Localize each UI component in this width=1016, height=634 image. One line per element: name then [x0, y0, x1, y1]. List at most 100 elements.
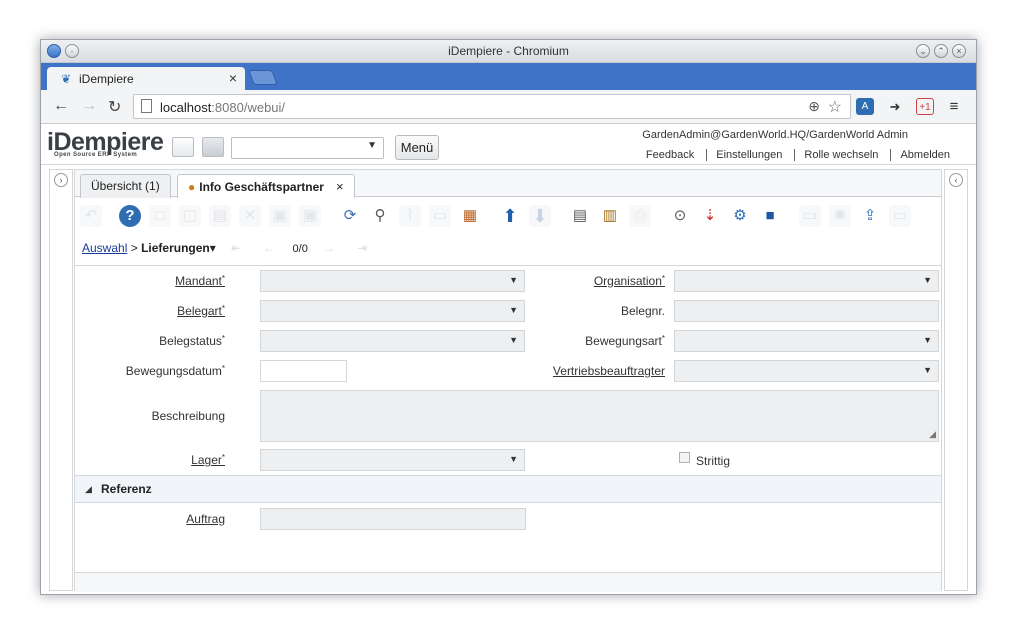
forward-icon[interactable]: → [81, 97, 97, 115]
login-extension-icon[interactable]: ➜ [886, 98, 904, 115]
first-record-icon[interactable]: ⇤ [231, 241, 251, 255]
titlebar-controls: ⌄ ⌃ × [916, 44, 970, 58]
zoom-icon[interactable]: ⊕ [808, 98, 820, 115]
mandant-select[interactable]: ▼ [260, 270, 525, 292]
workflow-icon[interactable]: ⇣ [699, 205, 721, 227]
chevron-down-icon[interactable]: ▼ [509, 454, 518, 464]
reload-icon[interactable]: ↻ [108, 97, 121, 117]
grid-toggle-icon[interactable]: ▦ [459, 205, 481, 227]
expand-right-icon[interactable]: ‹ [949, 173, 963, 187]
delete-selection-icon[interactable]: ✕ [239, 205, 261, 227]
right-panel: ‹ [944, 169, 968, 591]
ignore-icon[interactable]: ↶ [80, 205, 102, 227]
chevron-down-icon[interactable]: ▼ [923, 275, 932, 285]
auftrag-label[interactable]: Auftrag [75, 512, 225, 526]
maximize-icon[interactable]: ⌃ [934, 44, 948, 58]
bewegungsart-select[interactable]: ▼ [674, 330, 939, 352]
collapse-triangle-icon[interactable]: ◢ [85, 484, 92, 495]
browser-tab[interactable]: ❦ iDempiere × [47, 67, 245, 90]
print-icon[interactable]: ⎙ [629, 205, 651, 227]
chat-icon[interactable]: ▭ [429, 205, 451, 227]
new-window-icon[interactable] [172, 137, 194, 157]
delete-icon[interactable]: ▤ [209, 205, 231, 227]
auftrag-field[interactable] [260, 508, 526, 530]
next-record-icon[interactable]: → [323, 241, 345, 255]
breadcrumb-current[interactable]: Lieferungen [141, 241, 210, 255]
record-counter: 0/0 [292, 243, 308, 255]
back-icon[interactable]: ← [53, 97, 69, 115]
google-plus-extension-icon[interactable]: +1 [916, 98, 934, 115]
active-workflows-icon[interactable]: ▭ [799, 205, 821, 227]
archive-icon[interactable]: ▥ [599, 205, 621, 227]
belegstatus-select[interactable]: ▼ [260, 330, 525, 352]
zoom-across-icon[interactable]: ⊙ [669, 205, 691, 227]
product-info-icon[interactable]: ■ [759, 205, 781, 227]
bookmark-star-icon[interactable]: ☆ [828, 97, 842, 117]
change-role-link[interactable]: Rolle wechseln [794, 149, 888, 161]
idempiere-favicon-icon: ❦ [61, 72, 72, 86]
parent-record-icon[interactable]: ⬆ [499, 205, 521, 227]
lager-select[interactable]: ▼ [260, 449, 525, 471]
copy-record-icon[interactable]: ▢ [179, 205, 201, 227]
logout-link[interactable]: Abmelden [890, 149, 959, 161]
vertriebsbeauftragter-label[interactable]: Vertriebsbeauftragter [515, 364, 665, 378]
find-icon[interactable]: ⚲ [369, 205, 391, 227]
report-icon[interactable]: ▤ [569, 205, 591, 227]
help-icon[interactable]: ? [119, 205, 141, 227]
belegart-select[interactable]: ▼ [260, 300, 525, 322]
last-record-icon[interactable]: ⇥ [357, 241, 377, 255]
menu-button[interactable]: Menü [395, 135, 439, 160]
save-and-new-icon[interactable]: ▣ [299, 205, 321, 227]
lager-label[interactable]: Lager* [75, 453, 225, 467]
save-icon[interactable]: ▣ [269, 205, 291, 227]
detail-record-icon[interactable]: ⬇ [529, 205, 551, 227]
resize-grip-icon[interactable]: ◢ [929, 429, 936, 440]
referenz-section-label: Referenz [101, 482, 152, 496]
preferences-link[interactable]: Einstellungen [706, 149, 792, 161]
url-field[interactable]: localhost:8080/webui/ ⊕ ☆ [133, 94, 851, 119]
organisation-select[interactable]: ▼ [674, 270, 939, 292]
mandant-label[interactable]: Mandant* [75, 274, 225, 288]
customize-icon[interactable]: ✺ [829, 205, 851, 227]
new-record-icon[interactable]: □ [149, 205, 171, 227]
minimize-icon[interactable]: ⌄ [916, 44, 930, 58]
attachment-icon[interactable]: ⌇ [399, 205, 421, 227]
refresh-icon[interactable]: ⟳ [339, 205, 361, 227]
vertriebsbeauftragter-select[interactable]: ▼ [674, 360, 939, 382]
chevron-down-icon[interactable]: ▼ [367, 140, 377, 151]
beschreibung-textarea[interactable]: ◢ [260, 390, 939, 442]
strittig-label: Strittig [696, 454, 731, 468]
chrome-menu-icon[interactable]: ≡ [945, 98, 963, 115]
post-it-icon[interactable]: ▭ [889, 205, 911, 227]
window-tabs: Übersicht (1) ● Info Geschäftspartner × [75, 170, 941, 199]
previous-record-icon[interactable]: ← [263, 241, 285, 255]
breadcrumb-root-link[interactable]: Auswahl [82, 241, 127, 255]
bewegungsdatum-field[interactable] [260, 360, 347, 382]
global-search-input[interactable]: ▼ [231, 137, 384, 159]
close-window-tab-icon[interactable]: × [336, 179, 344, 194]
browser-tabstrip: ❦ iDempiere × [41, 63, 976, 90]
belegart-label[interactable]: Belegart* [75, 304, 225, 318]
idempiere-logo: iDempiere [47, 128, 164, 156]
referenz-section-header[interactable]: ◢ Referenz [75, 475, 941, 503]
new-tab-button[interactable] [248, 70, 278, 85]
open-folder-icon[interactable] [202, 137, 224, 157]
tab-info-label: Info Geschäftspartner [199, 180, 324, 194]
chevron-down-icon[interactable]: ▼ [923, 335, 932, 345]
breadcrumb-dropdown-icon[interactable]: ▾ [210, 241, 216, 255]
expand-left-icon[interactable]: › [54, 173, 68, 187]
chevron-down-icon[interactable]: ▼ [923, 365, 932, 375]
organisation-label[interactable]: Organisation* [515, 274, 665, 288]
close-window-icon[interactable]: × [952, 44, 966, 58]
tab-uebersicht[interactable]: Übersicht (1) [80, 174, 171, 198]
request-icon[interactable]: ⚙ [729, 205, 751, 227]
idempiere-logo-subtitle: Open Source ERP System [54, 152, 138, 158]
close-tab-icon[interactable]: × [229, 70, 237, 86]
tab-info-geschaeftspartner[interactable]: ● Info Geschäftspartner × [177, 174, 355, 199]
strittig-checkbox[interactable] [679, 452, 690, 463]
feedback-link[interactable]: Feedback [646, 149, 703, 161]
window-title: iDempiere - Chromium [448, 44, 569, 58]
belegnr-field[interactable] [674, 300, 939, 322]
translate-extension-icon[interactable]: A [856, 98, 874, 115]
export-icon[interactable]: ⇪ [859, 205, 881, 227]
